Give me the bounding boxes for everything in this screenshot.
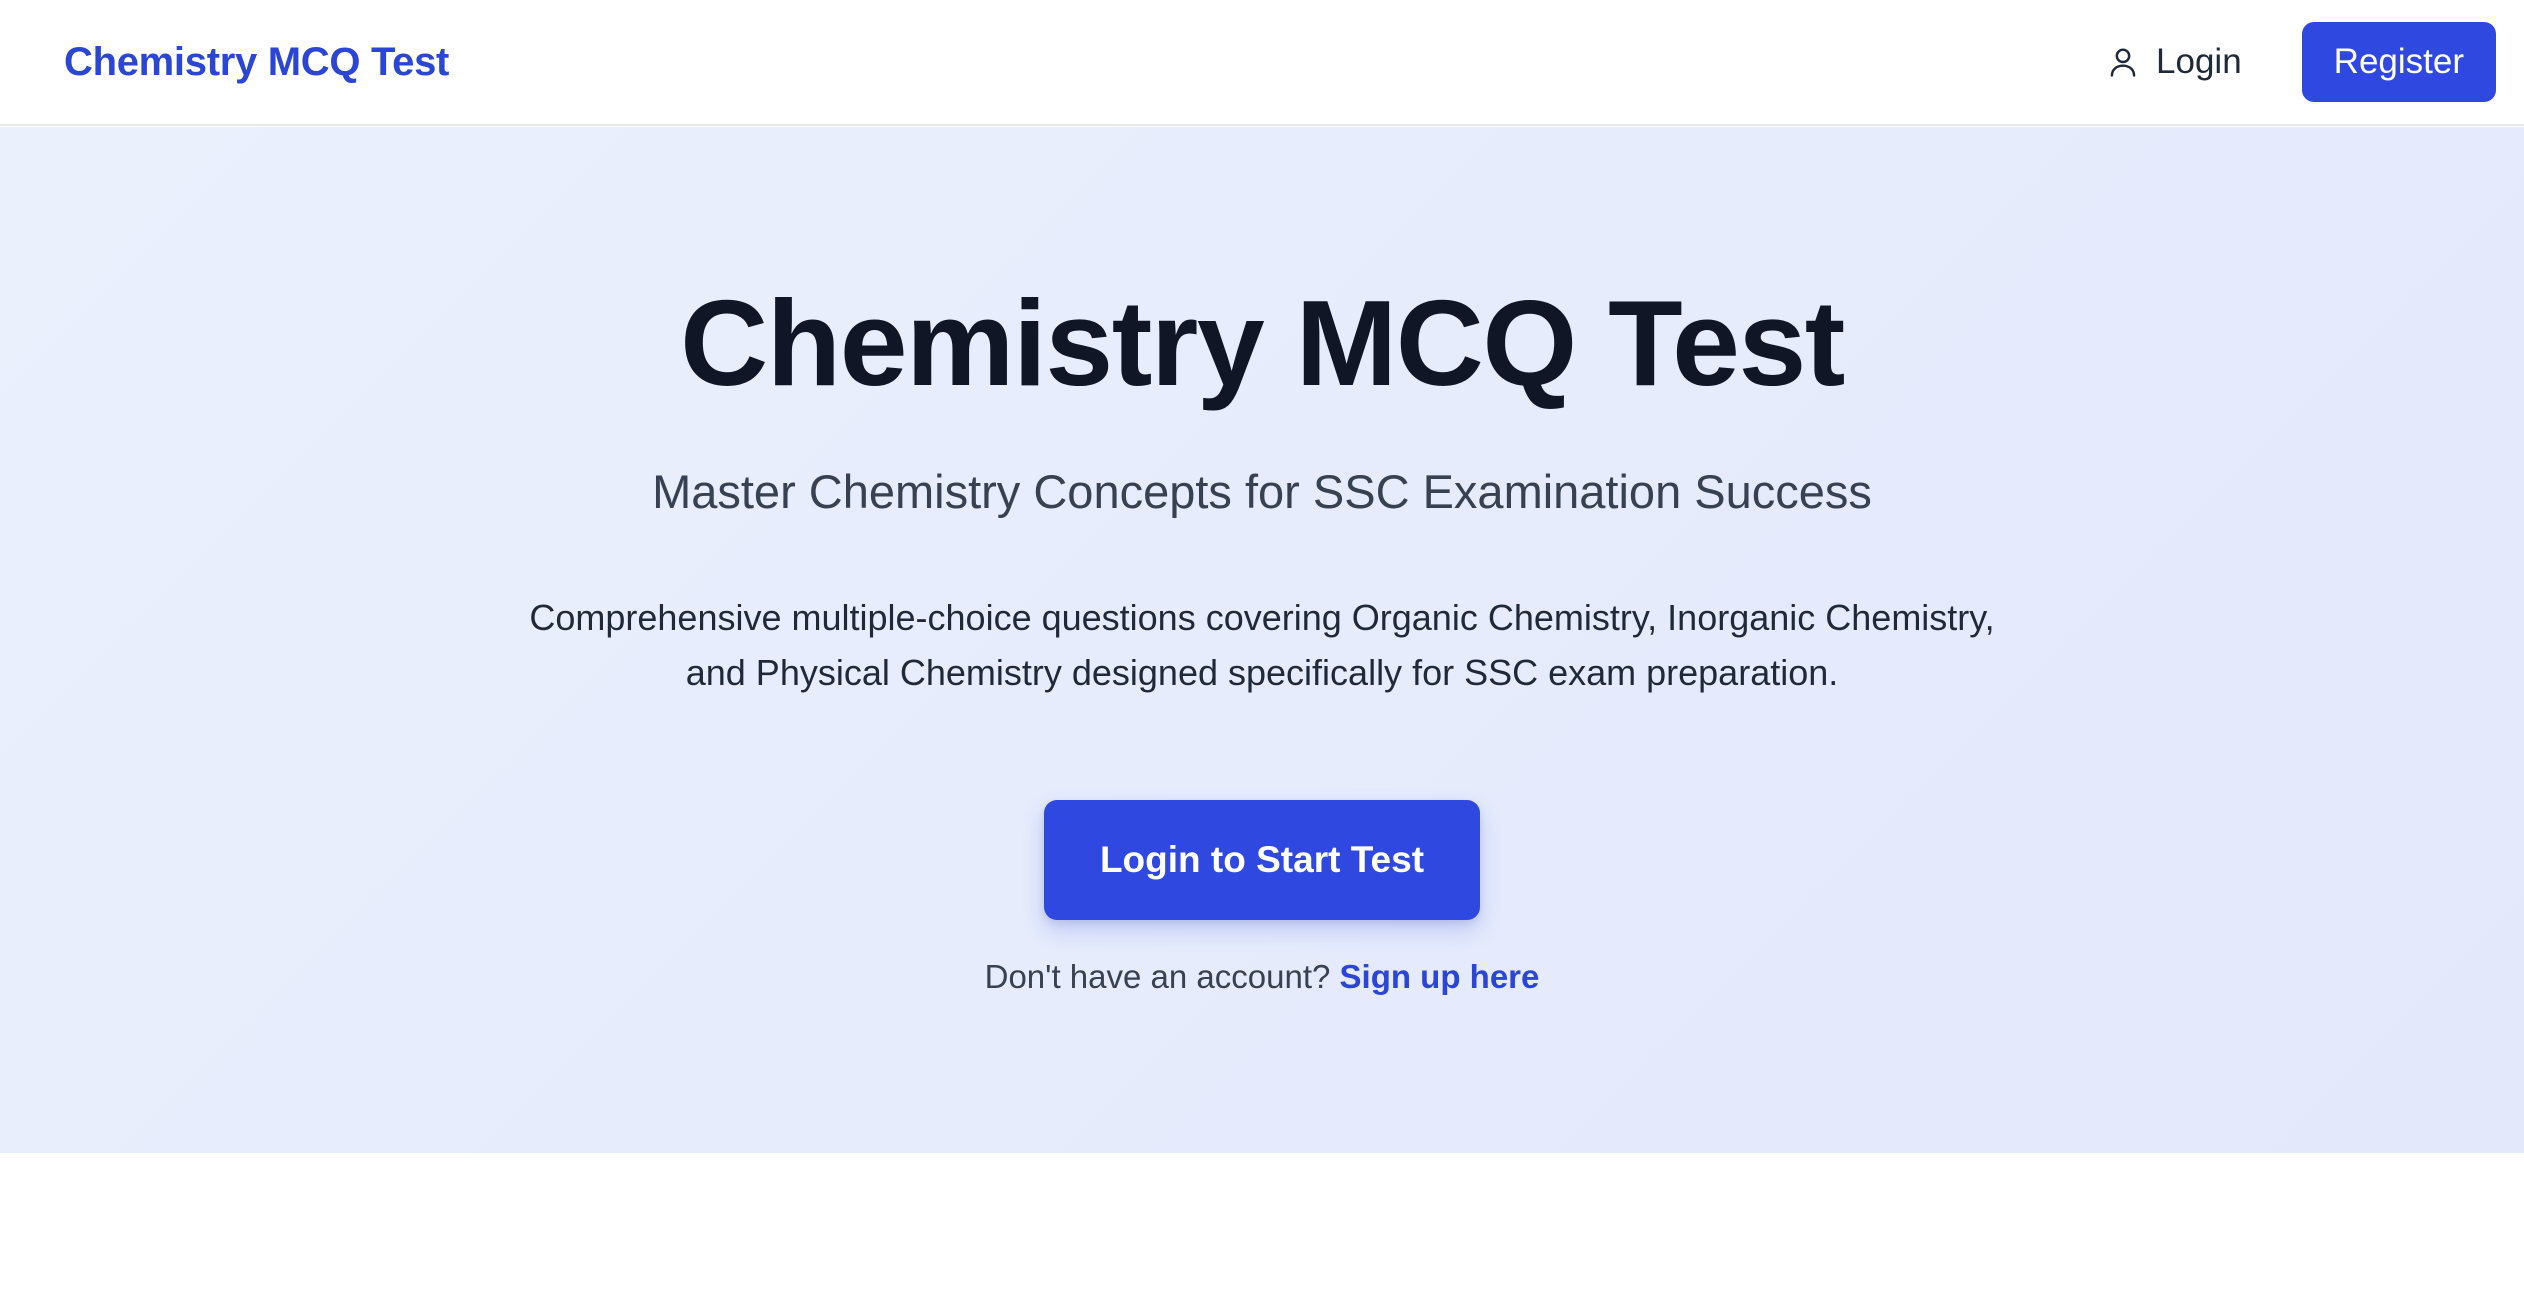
- hero-section: Chemistry MCQ Test Master Chemistry Conc…: [0, 127, 2524, 1153]
- hero-description: Comprehensive multiple-choice questions …: [529, 597, 1995, 693]
- hero-subtitle: Master Chemistry Concepts for SSC Examin…: [652, 465, 1872, 518]
- signup-prompt: Don't have an account?: [984, 958, 1331, 995]
- register-button[interactable]: Register: [2301, 22, 2496, 102]
- user-icon: [2108, 46, 2138, 78]
- top-navbar: Chemistry MCQ Test Login Register: [0, 0, 2524, 126]
- nav-actions: Login Register: [2088, 22, 2496, 102]
- signup-link[interactable]: Sign up here: [1340, 958, 1540, 995]
- brand-logo-link[interactable]: Chemistry MCQ Test: [64, 40, 449, 85]
- login-to-start-test-button[interactable]: Login to Start Test: [1044, 800, 1480, 920]
- signup-row: Don't have an account? Sign up here: [985, 958, 1540, 996]
- login-link-label: Login: [2156, 42, 2242, 81]
- hero-title: Chemistry MCQ Test: [680, 275, 1845, 411]
- login-link[interactable]: Login: [2088, 30, 2262, 94]
